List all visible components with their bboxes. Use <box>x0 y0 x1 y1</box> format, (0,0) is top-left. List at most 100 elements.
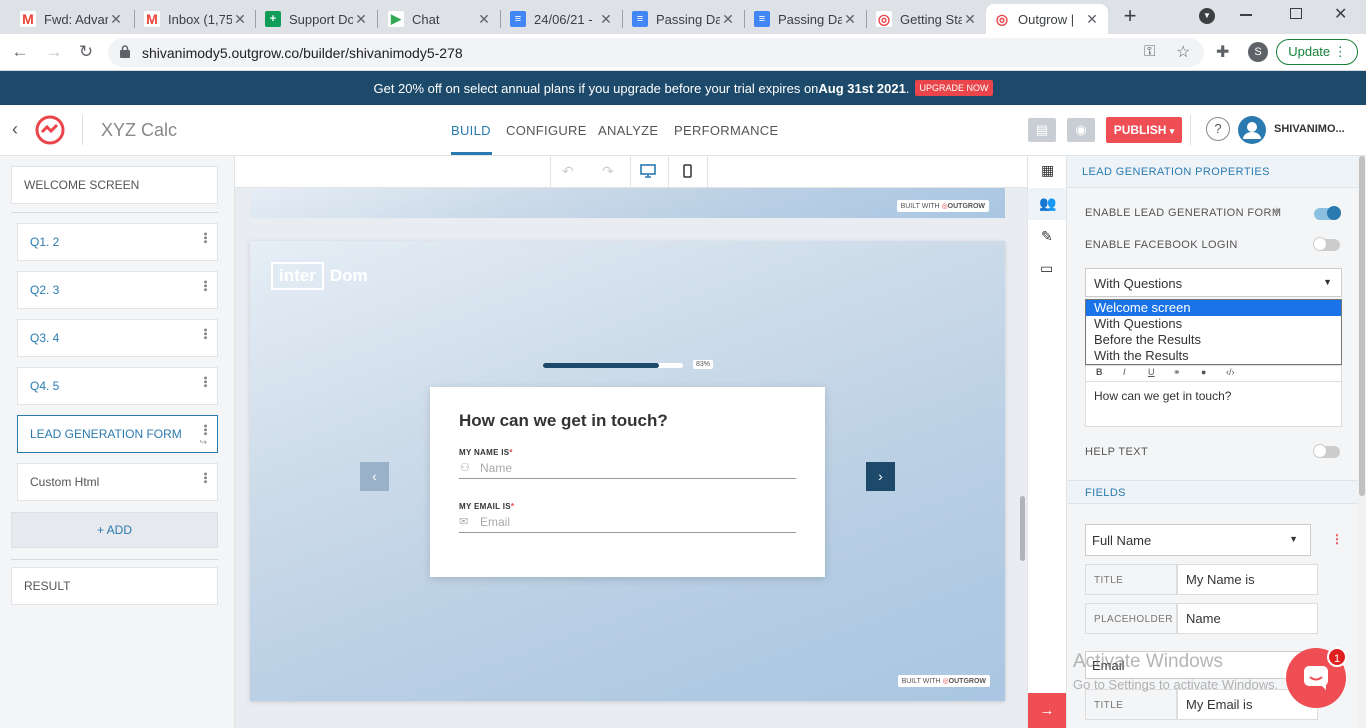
close-icon[interactable]: ✕ <box>720 11 736 28</box>
option-welcome-screen[interactable]: Welcome screen <box>1086 300 1341 316</box>
result-card[interactable]: RESULT <box>11 567 218 605</box>
prev-arrow-button[interactable]: ‹ <box>360 462 389 491</box>
option-before-results[interactable]: Before the Results <box>1086 332 1341 348</box>
name-input[interactable]: ⚇ Name <box>459 459 796 479</box>
close-icon[interactable]: ✕ <box>962 11 978 28</box>
enable-lead-toggle[interactable] <box>1314 206 1341 220</box>
built-with-badge[interactable]: BUILT WITH ◎OUTGROW <box>897 675 990 687</box>
browser-tab[interactable]: ≡ Passing Da ✕ <box>624 4 744 34</box>
italic-icon[interactable]: I <box>1123 367 1126 377</box>
extensions-icon[interactable]: ✚ <box>1216 42 1229 62</box>
browser-tab[interactable]: ≡ Passing Da ✕ <box>746 4 866 34</box>
custom-html-card[interactable]: Custom Html ••• <box>17 463 218 501</box>
question-card-q2[interactable]: Q2. 3 ••• <box>17 271 218 309</box>
back-icon[interactable]: ← <box>10 42 30 62</box>
minimize-icon[interactable] <box>1240 14 1252 16</box>
reload-icon[interactable]: ↻ <box>76 42 96 62</box>
bold-icon[interactable]: B <box>1096 367 1103 377</box>
field-type-select[interactable]: Full Name ▼ <box>1085 524 1311 556</box>
previous-screen-preview[interactable]: BUILT WITH ◎OUTGROW <box>250 188 1005 218</box>
pencil-icon[interactable]: ✎ <box>1041 228 1053 245</box>
field-more-icon[interactable]: ⋮ <box>1331 532 1343 546</box>
option-with-questions[interactable]: With Questions <box>1086 316 1341 332</box>
user-avatar[interactable] <box>1238 116 1266 144</box>
upgrade-now-button[interactable]: UPGRADE NOW <box>915 80 993 96</box>
tab-configure[interactable]: CONFIGURE <box>506 123 587 138</box>
redo-icon[interactable]: ↷ <box>602 163 614 180</box>
user-name[interactable]: SHIVANIMO... <box>1274 123 1345 135</box>
built-with-badge[interactable]: BUILT WITH ◎OUTGROW <box>896 200 989 212</box>
form-title[interactable]: How can we get in touch? <box>459 411 668 431</box>
new-tab-icon[interactable]: + <box>1118 4 1142 28</box>
lead-form-screen[interactable]: inter Dom 83% ‹ › How can we get in touch… <box>250 241 1005 701</box>
collapse-panel-button[interactable]: → <box>1028 693 1066 728</box>
outgrow-logo-icon[interactable] <box>34 114 66 146</box>
tab-search-icon[interactable]: ▼ <box>1199 8 1215 24</box>
canvas-scrollbar[interactable] <box>1020 496 1025 561</box>
browser-tab-active[interactable]: ◎ Outgrow | ✕ <box>986 4 1108 34</box>
welcome-screen-card[interactable]: WELCOME SCREEN <box>11 166 218 204</box>
mobile-view-icon[interactable] <box>683 164 692 178</box>
close-icon[interactable]: ✕ <box>598 11 614 28</box>
form-position-select[interactable]: With Questions ▼ <box>1085 268 1342 297</box>
question-card-q3[interactable]: Q3. 4 ••• <box>17 319 218 357</box>
tab-analyze[interactable]: ANALYZE <box>598 123 658 138</box>
desktop-view-icon[interactable] <box>640 164 656 178</box>
browser-tab[interactable]: M Fwd: Advar ✕ <box>12 4 132 34</box>
more-icon[interactable]: ••• <box>199 472 211 484</box>
help-button[interactable]: ? <box>1206 117 1230 141</box>
close-icon[interactable]: ✕ <box>353 11 369 28</box>
title-input[interactable]: My Name is <box>1177 564 1318 595</box>
enable-facebook-toggle[interactable] <box>1313 237 1340 251</box>
browser-tab[interactable]: + Support Do ✕ <box>257 4 377 34</box>
link-icon[interactable]: ⚭ <box>1173 367 1181 378</box>
help-text-toggle[interactable] <box>1313 444 1340 458</box>
lead-generation-form-card[interactable]: LEAD GENERATION FORM ••• ↪ <box>17 415 218 453</box>
code-icon[interactable]: ‹/› <box>1226 367 1235 377</box>
add-question-button[interactable]: + ADD <box>11 512 218 548</box>
browser-tab[interactable]: ≡ 24/06/21 - ✕ <box>502 4 622 34</box>
browser-tab[interactable]: M Inbox (1,75 ✕ <box>136 4 256 34</box>
browser-tab[interactable]: ◎ Getting Sta ✕ <box>868 4 986 34</box>
close-icon[interactable]: ✕ <box>108 11 124 28</box>
question-card-q1[interactable]: Q1. 2 ••• <box>17 223 218 261</box>
star-icon[interactable]: ☆ <box>1176 42 1190 62</box>
title-editor-text[interactable]: How can we get in touch? <box>1094 389 1231 403</box>
browser-tab[interactable]: ▶ Chat ✕ <box>380 4 500 34</box>
more-icon[interactable]: ••• <box>199 328 211 340</box>
forward-icon[interactable]: → <box>44 42 64 62</box>
layout-grid-icon[interactable]: ▦ <box>1041 162 1054 179</box>
card-icon[interactable]: ▭ <box>1040 260 1053 277</box>
placeholder-input[interactable]: Name <box>1177 603 1318 634</box>
update-button[interactable]: Update ⋮ <box>1276 39 1358 65</box>
preview-eye-icon[interactable]: ◉ <box>1067 118 1095 142</box>
restore-icon[interactable] <box>1290 8 1302 19</box>
more-icon[interactable]: ••• <box>199 424 211 436</box>
key-icon[interactable]: ⚿ <box>1144 43 1155 60</box>
underline-icon[interactable]: U <box>1148 367 1155 377</box>
more-icon[interactable]: ••• <box>199 280 211 292</box>
lead-tab-active[interactable]: 👥 <box>1028 188 1066 220</box>
undo-icon[interactable]: ↶ <box>562 163 574 180</box>
tab-build[interactable]: BUILD <box>451 123 491 138</box>
more-icon[interactable]: ••• <box>199 232 211 244</box>
close-icon[interactable]: ✕ <box>232 11 248 28</box>
close-icon[interactable]: ✕ <box>842 11 858 28</box>
publish-button[interactable]: PUBLISH ▾ <box>1106 117 1182 143</box>
close-icon[interactable]: ✕ <box>476 11 492 28</box>
option-with-results[interactable]: With the Results <box>1086 348 1341 364</box>
panel-scrollbar[interactable] <box>1359 156 1365 496</box>
templates-icon[interactable]: ▤ <box>1028 118 1056 142</box>
question-card-q4[interactable]: Q4. 5 ••• <box>17 367 218 405</box>
tab-performance[interactable]: PERFORMANCE <box>674 123 778 138</box>
next-arrow-button[interactable]: › <box>866 462 895 491</box>
url-field[interactable]: shivanimody5.outgrow.co/builder/shivanim… <box>108 38 1204 67</box>
back-chevron-icon[interactable]: ‹ <box>12 119 18 140</box>
email-input[interactable]: ✉ Email <box>459 513 796 533</box>
close-icon[interactable]: ✕ <box>1084 11 1100 28</box>
close-window-icon[interactable]: ✕ <box>1334 4 1347 24</box>
app-title[interactable]: XYZ Calc <box>101 120 177 141</box>
color-drop-icon[interactable]: ● <box>1201 367 1206 377</box>
profile-avatar[interactable]: S <box>1248 42 1268 62</box>
more-icon[interactable]: ••• <box>199 376 211 388</box>
